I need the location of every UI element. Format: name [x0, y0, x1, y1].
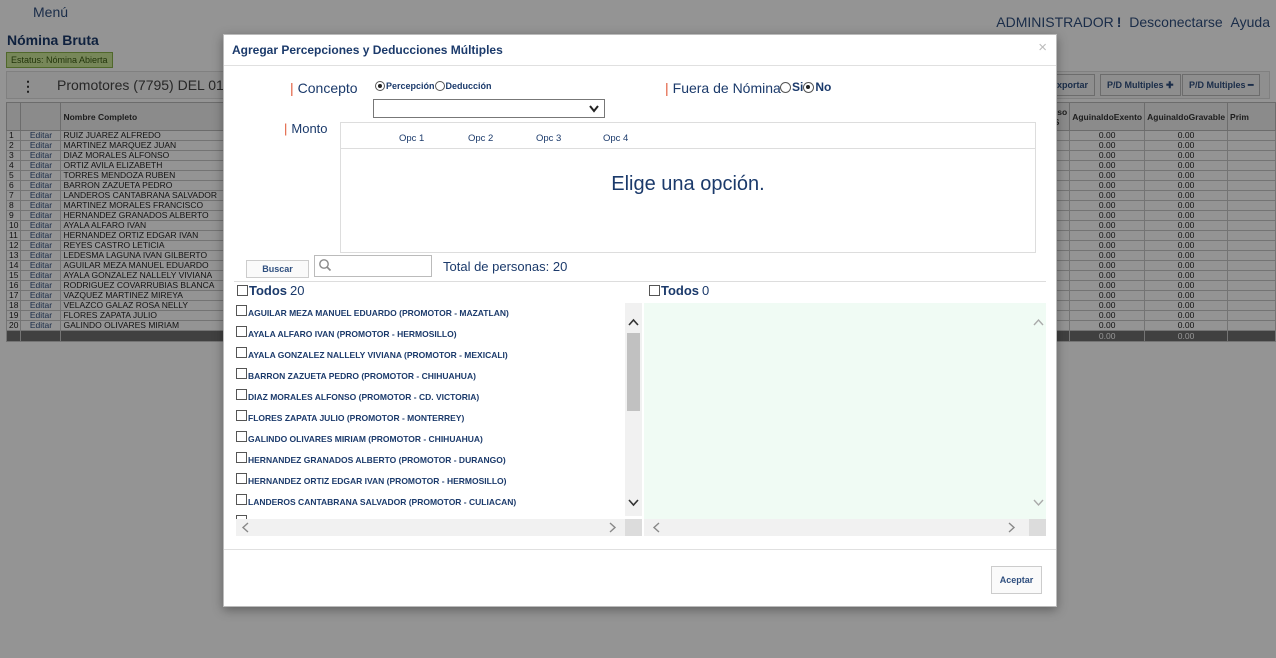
- available-persons-list: AGUILAR MEZA MANUEL EDUARDO (PROMOTOR - …: [236, 303, 641, 536]
- select-all-left-label: Todos: [249, 283, 288, 298]
- right-count: 0: [702, 283, 710, 298]
- person-list-item[interactable]: DIAZ MORALES ALFONSO (PROMOTOR - CD. VIC…: [236, 389, 480, 402]
- monto-label: | Monto: [284, 121, 328, 136]
- select-all-right: Todos 0: [649, 283, 709, 298]
- person-checkbox[interactable]: [236, 368, 247, 379]
- selected-persons-list: [644, 303, 1046, 519]
- person-list-item[interactable]: AYALA ALFARO IVAN (PROMOTOR - HERMOSILLO…: [236, 326, 457, 339]
- person-label: FLORES ZAPATA JULIO (PROMOTOR - MONTERRE…: [248, 413, 465, 423]
- deduccion-label: Deducción: [445, 81, 492, 91]
- deduccion-radio[interactable]: [434, 81, 445, 91]
- tab-opc-3[interactable]: Opc 3: [536, 133, 561, 144]
- person-checkbox[interactable]: [236, 347, 247, 358]
- scroll-down-icon[interactable]: [628, 499, 639, 507]
- select-all-left-checkbox[interactable]: [237, 285, 248, 296]
- fuera-nomina-label: | Fuera de Nómina: [665, 80, 781, 96]
- person-list-item[interactable]: BARRON ZAZUETA PEDRO (PROMOTOR - CHIHUAH…: [236, 368, 476, 381]
- person-list-item[interactable]: GALINDO OLIVARES MIRIAM (PROMOTOR - CHIH…: [236, 431, 483, 444]
- person-label: LANDEROS CANTABRANA SALVADOR (PROMOTOR -…: [248, 497, 517, 507]
- concepto-radio-group: Percepción Deducción: [375, 81, 492, 91]
- person-label: HERNANDEZ ORTIZ EDGAR IVAN (PROMOTOR - H…: [248, 476, 507, 486]
- close-icon[interactable]: ×: [1038, 39, 1047, 56]
- percepcion-radio[interactable]: [375, 81, 385, 91]
- no-radio[interactable]: [803, 81, 815, 93]
- scroll-right-icon[interactable]: [1008, 522, 1016, 533]
- select-all-right-checkbox[interactable]: [649, 285, 660, 296]
- left-scroll-thumb[interactable]: [627, 333, 640, 411]
- search-icon: [319, 259, 332, 272]
- total-persons-label: Total de personas: 20: [443, 259, 568, 274]
- percepcion-label: Percepción: [386, 81, 435, 91]
- person-label: HERNANDEZ GRANADOS ALBERTO (PROMOTOR - D…: [248, 455, 506, 465]
- person-label: AGUILAR MEZA MANUEL EDUARDO (PROMOTOR - …: [248, 308, 509, 318]
- list-divider: [234, 281, 1046, 282]
- person-checkbox[interactable]: [236, 410, 247, 421]
- pd-multiples-dialog: Agregar Percepciones y Deducciones Múlti…: [223, 34, 1057, 607]
- tab-opc-4[interactable]: Opc 4: [603, 133, 628, 144]
- search-button[interactable]: Buscar: [246, 260, 309, 278]
- required-marker: |: [665, 80, 669, 96]
- left-vertical-scrollbar[interactable]: [625, 303, 642, 516]
- no-label: No: [815, 80, 832, 94]
- person-checkbox[interactable]: [236, 494, 247, 505]
- left-scroll-corner: [625, 519, 642, 536]
- person-list-item[interactable]: FLORES ZAPATA JULIO (PROMOTOR - MONTERRE…: [236, 410, 465, 423]
- si-label: Si: [792, 80, 804, 94]
- footer-divider: [224, 549, 1056, 550]
- person-list-item[interactable]: LANDEROS CANTABRANA SALVADOR (PROMOTOR -…: [236, 494, 517, 507]
- option-tabs: Opc 1 Opc 2 Opc 3 Opc 4: [341, 123, 1035, 149]
- scroll-down-icon[interactable]: [1033, 499, 1044, 507]
- select-all-left: Todos 20: [237, 283, 305, 298]
- person-list-item[interactable]: HERNANDEZ ORTIZ EDGAR IVAN (PROMOTOR - H…: [236, 473, 507, 486]
- person-checkbox[interactable]: [236, 305, 247, 316]
- required-marker: |: [284, 121, 288, 136]
- dialog-title: Agregar Percepciones y Deducciones Múlti…: [232, 43, 503, 57]
- scroll-right-icon[interactable]: [609, 522, 617, 533]
- tab-opc-2[interactable]: Opc 2: [468, 133, 493, 144]
- tab-opc-1[interactable]: Opc 1: [399, 133, 424, 144]
- accept-button[interactable]: Aceptar: [991, 566, 1042, 594]
- left-count: 20: [290, 283, 305, 298]
- scroll-left-icon[interactable]: [241, 522, 249, 533]
- monto-panel: Opc 1 Opc 2 Opc 3 Opc 4 Elige una opción…: [340, 122, 1036, 253]
- choose-option-message: Elige una opción.: [611, 173, 765, 195]
- search-input[interactable]: [314, 255, 432, 277]
- person-label: BARRON ZAZUETA PEDRO (PROMOTOR - CHIHUAH…: [248, 371, 476, 381]
- right-horizontal-scrollbar[interactable]: [644, 519, 1029, 536]
- person-checkbox[interactable]: [236, 452, 247, 463]
- chevron-down-icon: [589, 105, 599, 113]
- concepto-select[interactable]: [373, 99, 605, 118]
- person-checkbox[interactable]: [236, 389, 247, 400]
- required-marker: |: [290, 80, 294, 96]
- scroll-up-icon[interactable]: [1033, 318, 1044, 326]
- person-label: AYALA GONZALEZ NALLELY VIVIANA (PROMOTOR…: [248, 350, 508, 360]
- scroll-left-icon[interactable]: [652, 522, 660, 533]
- person-list-item[interactable]: AYALA GONZALEZ NALLELY VIVIANA (PROMOTOR…: [236, 347, 508, 360]
- person-list-item[interactable]: HERNANDEZ GRANADOS ALBERTO (PROMOTOR - D…: [236, 452, 506, 465]
- scroll-up-icon[interactable]: [628, 318, 639, 326]
- select-all-right-label: Todos: [661, 283, 700, 298]
- person-label: DIAZ MORALES ALFONSO (PROMOTOR - CD. VIC…: [248, 392, 480, 402]
- dialog-divider: [224, 65, 1056, 66]
- right-scroll-corner: [1029, 519, 1046, 536]
- person-label: GALINDO OLIVARES MIRIAM (PROMOTOR - CHIH…: [248, 434, 483, 444]
- si-radio[interactable]: [780, 81, 791, 93]
- person-checkbox[interactable]: [236, 326, 247, 337]
- fuera-nomina-radio-group: Si No: [780, 80, 831, 94]
- person-label: AYALA ALFARO IVAN (PROMOTOR - HERMOSILLO…: [248, 329, 457, 339]
- person-checkbox[interactable]: [236, 473, 247, 484]
- concepto-label: | Concepto: [290, 80, 358, 96]
- person-list-item[interactable]: AGUILAR MEZA MANUEL EDUARDO (PROMOTOR - …: [236, 305, 509, 318]
- person-checkbox[interactable]: [236, 431, 247, 442]
- left-horizontal-scrollbar[interactable]: [236, 519, 625, 536]
